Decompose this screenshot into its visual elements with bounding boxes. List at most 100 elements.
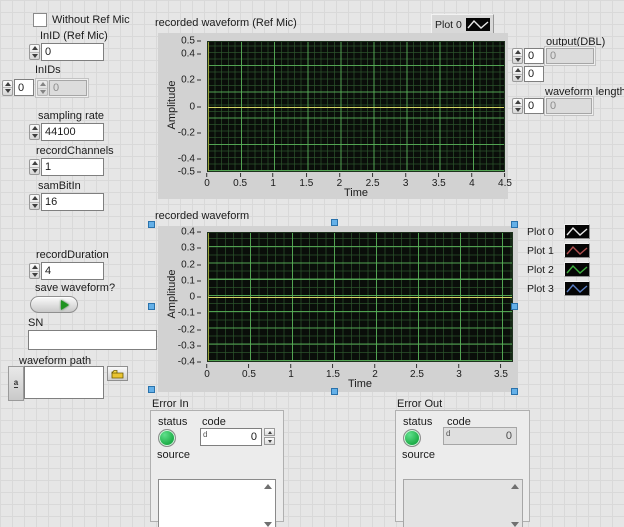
error-in-title: Error In (152, 398, 189, 410)
sam-bit-in-field[interactable]: 16 (41, 193, 104, 211)
error-in-code-field[interactable]: d 0 (200, 428, 262, 446)
increment-decrement-icon[interactable] (512, 98, 523, 114)
scroll-up-icon[interactable] (511, 484, 519, 489)
graph2-zero-line (208, 297, 512, 298)
increment-decrement-icon[interactable] (29, 194, 40, 210)
y-tick: -0.1 (178, 308, 201, 319)
error-in-code-label: code (202, 416, 226, 428)
browse-button[interactable] (107, 366, 128, 381)
scroll-up-icon[interactable] (264, 484, 272, 489)
radix-indicator[interactable]: d (203, 430, 207, 439)
graph1-legend[interactable]: Plot 0 (431, 14, 494, 35)
error-in-source-field[interactable] (158, 479, 276, 527)
selection-handle[interactable] (331, 388, 338, 395)
inid-refmic-control: 0 (29, 43, 104, 61)
scroll-down-icon[interactable] (511, 522, 519, 527)
labview-front-panel: Without Ref Mic InID (Ref Mic) 0 InIDs 0… (0, 0, 624, 527)
graph2-legend-plot3[interactable]: Plot 3 (527, 281, 590, 296)
increment-decrement-icon[interactable] (29, 124, 40, 140)
increment-decrement-icon (37, 80, 48, 96)
save-waveform-button[interactable] (30, 296, 78, 313)
graph2-legend-plot1[interactable]: Plot 1 (527, 243, 590, 258)
plot2-sample[interactable] (564, 262, 590, 277)
selection-handle[interactable] (511, 388, 518, 395)
y-tick: -0.3 (178, 340, 201, 351)
green-arrow-icon (61, 300, 69, 310)
sampling-rate-control: 44100 (29, 123, 104, 141)
waveform-length-index: 0 (512, 98, 544, 114)
plot3-sample[interactable] (564, 281, 590, 296)
save-waveform-label: save waveform? (35, 282, 115, 294)
error-in-status-label: status (158, 416, 187, 428)
legend-label[interactable]: Plot 0 (527, 226, 560, 238)
graph2-legend-plot0[interactable]: Plot 0 (527, 224, 590, 239)
legend-label[interactable]: Plot 1 (527, 245, 560, 257)
increment-decrement-icon[interactable] (29, 44, 40, 60)
increment-decrement-icon[interactable] (512, 48, 523, 64)
selection-handle[interactable] (148, 386, 155, 393)
inid-refmic-field[interactable]: 0 (41, 43, 104, 61)
increment-decrement-icon[interactable] (2, 80, 13, 96)
y-tick: 0.1 (181, 275, 201, 286)
increment-decrement-icon[interactable] (512, 66, 523, 82)
selection-handle[interactable] (331, 219, 338, 226)
output-dbl-index-col: 0 (512, 66, 544, 82)
record-channels-control: 1 (29, 158, 104, 176)
sampling-rate-field[interactable]: 44100 (41, 123, 104, 141)
inid-refmic-label: InID (Ref Mic) (40, 30, 108, 42)
waveform-line-icon (565, 225, 589, 238)
error-out-status-label: status (403, 416, 432, 428)
graph1-x-axis-label: Time (207, 187, 505, 199)
waveform-path-input[interactable] (24, 366, 104, 399)
selection-handle[interactable] (511, 303, 518, 310)
graph2-y-ticks: 0.4 0.3 0.2 0.1 0 -0.1 -0.2 -0.3 -0.4 (158, 232, 203, 362)
checkbox-box-icon[interactable] (33, 13, 47, 27)
increment-decrement-icon[interactable] (29, 263, 40, 279)
y-tick: 0.2 (181, 75, 201, 86)
selection-handle[interactable] (511, 221, 518, 228)
scroll-down-icon[interactable] (264, 522, 272, 527)
record-channels-field[interactable]: 1 (41, 158, 104, 176)
graph1-legend-plot0-label[interactable]: Plot 0 (435, 19, 462, 31)
plot0-sample[interactable] (564, 224, 590, 239)
graph1-body: Amplitude 0.5 0.4 0.2 0 -0.2 -0.4 -0.5 0… (158, 33, 508, 199)
y-tick: 0.5 (181, 36, 201, 47)
error-out-status-led (403, 429, 421, 447)
record-duration-field[interactable]: 4 (41, 262, 104, 280)
legend-label[interactable]: Plot 3 (527, 283, 560, 295)
y-tick: 0 (189, 292, 201, 303)
selection-handle[interactable] (148, 303, 155, 310)
inids-element-shell: 0 (35, 78, 89, 98)
waveform-length-element-field: 0 (546, 98, 592, 114)
inids-element-field: 0 (49, 80, 87, 96)
output-dbl-index-row-field[interactable]: 0 (524, 48, 544, 64)
waveform-length-index-field[interactable]: 0 (524, 98, 544, 114)
spin-down-icon[interactable] (264, 437, 275, 445)
increment-decrement-icon[interactable] (29, 159, 40, 175)
selection-handle[interactable] (148, 221, 155, 228)
path-type-strip: a (8, 366, 24, 401)
inids-index-control: 0 (2, 79, 34, 96)
sn-label: SN (28, 317, 43, 329)
legend-label[interactable]: Plot 2 (527, 264, 560, 276)
plot1-sample[interactable] (564, 243, 590, 258)
inids-index-field[interactable]: 0 (14, 79, 34, 96)
error-out-cluster: status code d 0 source (395, 410, 530, 522)
sn-input[interactable] (28, 330, 157, 350)
without-ref-mic-checkbox[interactable]: Without Ref Mic (33, 13, 130, 27)
y-tick: -0.5 (178, 167, 201, 178)
graph2-body: Amplitude 0.4 0.3 0.2 0.1 0 -0.1 -0.2 -0… (158, 226, 518, 392)
output-dbl-index-row: 0 (512, 48, 544, 64)
graph1-plot0-sample[interactable] (466, 18, 490, 31)
y-tick: -0.2 (178, 127, 201, 138)
error-in-status-led[interactable] (158, 429, 176, 447)
spin-up-icon[interactable] (264, 428, 275, 436)
graph1-y-ticks: 0.5 0.4 0.2 0 -0.2 -0.4 -0.5 (158, 41, 203, 172)
without-ref-mic-label: Without Ref Mic (52, 14, 130, 26)
error-in-code-value[interactable]: 0 (251, 431, 257, 443)
output-dbl-index-col-field[interactable]: 0 (524, 66, 544, 82)
folder-icon (111, 369, 124, 379)
error-out-title: Error Out (397, 398, 442, 410)
graph2-legend-plot2[interactable]: Plot 2 (527, 262, 590, 277)
graph1-title: recorded waveform (Ref Mic) (155, 17, 297, 29)
